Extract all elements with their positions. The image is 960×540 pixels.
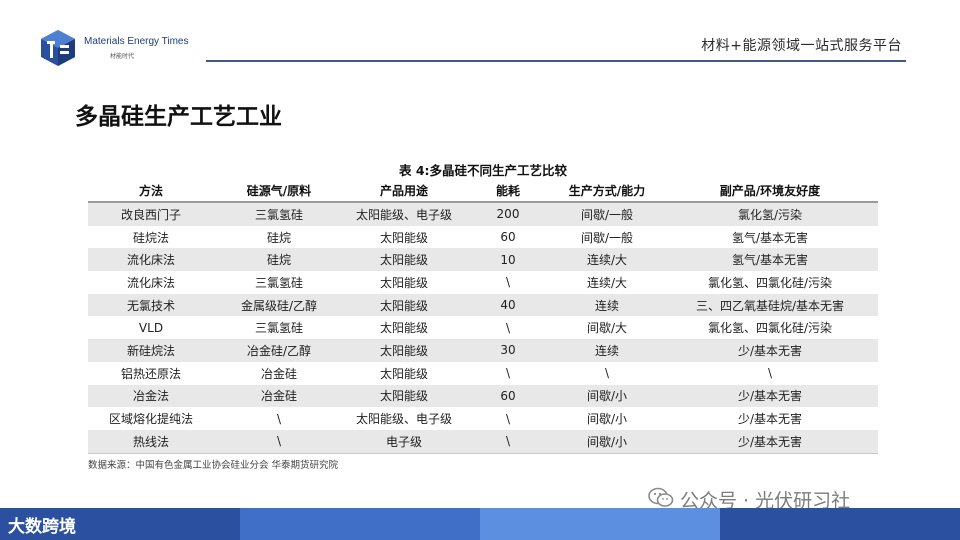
table-row: 硅烷法 硅烷 太阳能级 60 间歇/一般 氢气/基本无害 xyxy=(88,226,878,249)
cell-byproduct: 少/基本无害 xyxy=(662,429,878,454)
cell-mode: \ xyxy=(604,366,610,381)
cell-method: 无氯技术 xyxy=(88,293,214,317)
cell-method: 铝热还原法 xyxy=(120,366,181,381)
cell-byproduct: 氯化氢、四氯化硅/污染 xyxy=(707,275,833,290)
source-note: 数据来源：中国有色金属工业协会硅业分会 华泰期货研究院 xyxy=(88,460,339,471)
cell-usage: 太阳能级 xyxy=(379,366,428,381)
cell-byproduct: \ xyxy=(767,366,773,381)
cell-feedstock: \ xyxy=(276,411,282,426)
cell-mode: 间歇/一般 xyxy=(580,230,634,245)
cell-usage: 太阳能级、电子级 xyxy=(355,412,452,427)
cell-byproduct: 少/基本无害 xyxy=(662,384,878,408)
table-row: 流化床法 三氯氢硅 太阳能级 \ 连续/大 氯化氢、四氯化硅/污染 xyxy=(88,271,878,294)
cell-usage: 太阳能级 xyxy=(379,321,428,336)
cell-energy: \ xyxy=(505,411,511,426)
cell-mode: 连续 xyxy=(552,293,662,317)
cell-method: 硅烷法 xyxy=(132,230,169,245)
footer-band xyxy=(0,508,960,540)
table-row: 新硅烷法 冶金硅/乙醇 太阳能级 30 连续 少/基本无害 xyxy=(88,339,878,362)
cell-method: 流化床法 xyxy=(88,248,214,272)
table-row: 铝热还原法 冶金硅 太阳能级 \ \ \ xyxy=(88,362,878,385)
cell-feedstock: 金属级硅/乙醇 xyxy=(214,293,344,317)
cell-usage: 太阳能级 xyxy=(379,230,428,245)
cell-feedstock: 冶金硅 xyxy=(214,384,344,408)
cell-mode: 间歇/小 xyxy=(552,429,662,454)
process-comparison-table: 方法 硅源气/原料 产品用途 能耗 生产方式/能力 副产品/环境友好度 改良西门… xyxy=(88,180,878,454)
cell-energy: 60 xyxy=(464,384,552,408)
cell-method: VLD xyxy=(138,320,164,335)
table-row: 改良西门子 三氯氢硅 太阳能级、电子级 200 间歇/一般 氯化氢/污染 xyxy=(88,202,878,226)
table-row: 热线法 \ 电子级 \ 间歇/小 少/基本无害 xyxy=(88,429,878,454)
cell-feedstock: \ xyxy=(214,429,344,454)
brand-logo-icon xyxy=(41,30,75,66)
col-header-feedstock: 硅源气/原料 xyxy=(214,180,344,203)
table-row: 流化床法 硅烷 太阳能级 10 连续/大 氢气/基本无害 xyxy=(88,248,878,272)
cell-byproduct: 氯化氢、四氯化硅/污染 xyxy=(707,321,833,336)
brand-name-cn: 材能时代 xyxy=(110,53,135,60)
cell-energy: 60 xyxy=(500,230,516,245)
cell-usage: 太阳能级 xyxy=(344,293,464,317)
cell-energy: \ xyxy=(505,275,511,290)
wechat-icon xyxy=(648,487,674,507)
cell-byproduct: 少/基本无害 xyxy=(737,412,803,427)
cell-energy: \ xyxy=(464,429,552,454)
cell-feedstock: 硅烷 xyxy=(266,230,291,245)
footer-brand: 大数跨境 xyxy=(8,517,76,537)
cell-method: 改良西门子 xyxy=(88,202,214,226)
table-row: VLD 三氯氢硅 太阳能级 \ 间歇/大 氯化氢、四氯化硅/污染 xyxy=(88,316,878,339)
cell-mode: 间歇/小 xyxy=(552,384,662,408)
cell-energy: 200 xyxy=(464,202,552,226)
cell-usage: 太阳能级 xyxy=(379,275,428,290)
table-caption: 表 4:多晶硅不同生产工艺比较 xyxy=(398,163,568,178)
cell-mode: 间歇/一般 xyxy=(552,202,662,226)
col-header-usage: 产品用途 xyxy=(344,180,464,203)
cell-energy: 40 xyxy=(464,293,552,317)
cell-feedstock: 冶金硅/乙醇 xyxy=(214,339,344,362)
table-row: 无氯技术 金属级硅/乙醇 太阳能级 40 连续 三、四乙氧基硅烷/基本无害 xyxy=(88,293,878,317)
cell-method: 区域熔化提纯法 xyxy=(108,412,193,427)
cell-feedstock: 冶金硅 xyxy=(260,366,297,381)
col-header-energy: 能耗 xyxy=(464,180,552,203)
cell-method: 新硅烷法 xyxy=(88,339,214,362)
cell-byproduct: 氢气/基本无害 xyxy=(662,248,878,272)
cell-mode: 连续/大 xyxy=(586,275,628,290)
cell-feedstock: 三氯氢硅 xyxy=(214,202,344,226)
col-header-byproduct: 副产品/环境友好度 xyxy=(662,180,878,203)
cell-usage: 电子级 xyxy=(344,429,464,454)
cell-byproduct: 氢气/基本无害 xyxy=(731,230,809,245)
cell-usage: 太阳能级 xyxy=(344,248,464,272)
cell-feedstock: 三氯氢硅 xyxy=(254,275,303,290)
cell-energy: 30 xyxy=(464,339,552,362)
cell-feedstock: 三氯氢硅 xyxy=(254,321,303,336)
col-header-mode: 生产方式/能力 xyxy=(552,180,662,203)
table-row: 区域熔化提纯法 \ 太阳能级、电子级 \ 间歇/小 少/基本无害 xyxy=(88,407,878,430)
cell-mode: 间歇/大 xyxy=(586,321,628,336)
cell-energy: \ xyxy=(505,366,511,381)
cell-usage: 太阳能级 xyxy=(344,339,464,362)
footer-segment xyxy=(720,508,960,540)
cell-method: 热线法 xyxy=(88,429,214,454)
table-header-row: 方法 硅源气/原料 产品用途 能耗 生产方式/能力 副产品/环境友好度 xyxy=(88,180,878,203)
cell-mode: 连续 xyxy=(552,339,662,362)
header-divider xyxy=(206,60,906,62)
cell-energy: 10 xyxy=(464,248,552,272)
cell-usage: 太阳能级、电子级 xyxy=(344,202,464,226)
footer-segment xyxy=(480,508,720,540)
cell-byproduct: 氯化氢/污染 xyxy=(662,202,878,226)
cell-mode: 间歇/小 xyxy=(586,412,628,427)
cell-mode: 连续/大 xyxy=(552,248,662,272)
cell-byproduct: 三、四乙氧基硅烷/基本无害 xyxy=(662,293,878,317)
cell-energy: \ xyxy=(505,320,511,335)
header-tagline: 材料+能源领域一站式服务平台 xyxy=(701,38,902,54)
cell-feedstock: 硅烷 xyxy=(214,248,344,272)
page-title: 多晶硅生产工艺工业 xyxy=(75,103,282,130)
table-row: 冶金法 冶金硅 太阳能级 60 间歇/小 少/基本无害 xyxy=(88,384,878,408)
cell-method: 冶金法 xyxy=(88,384,214,408)
footer-segment xyxy=(240,508,480,540)
col-header-method: 方法 xyxy=(88,180,214,203)
cell-byproduct: 少/基本无害 xyxy=(662,339,878,362)
cell-usage: 太阳能级 xyxy=(344,384,464,408)
cell-method: 流化床法 xyxy=(126,275,175,290)
brand-name-en: Materials Energy Times xyxy=(84,36,189,47)
